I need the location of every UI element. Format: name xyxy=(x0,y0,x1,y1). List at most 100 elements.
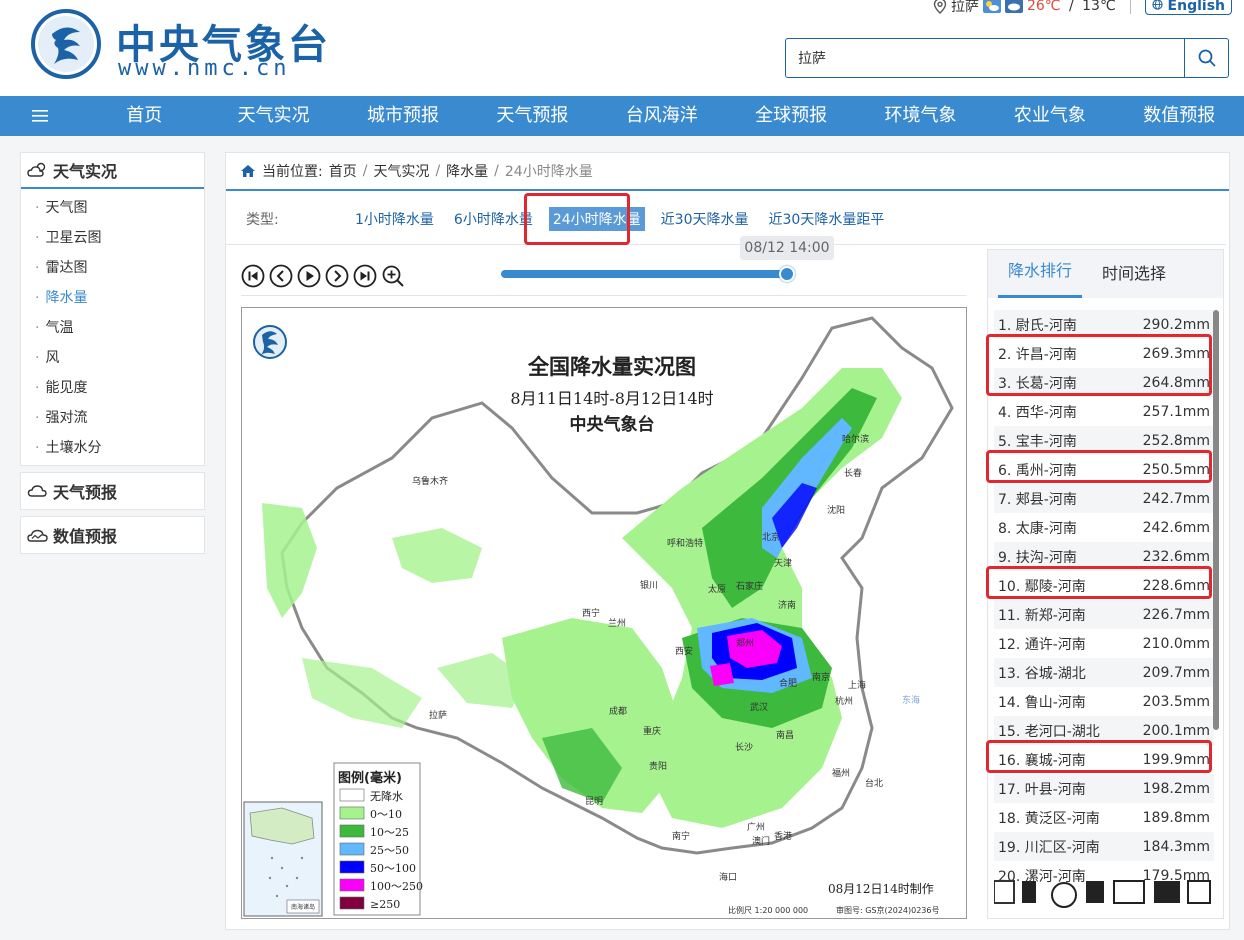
breadcrumb-item-current: 24小时降水量 xyxy=(504,164,593,180)
city-label: 沈阳 xyxy=(827,504,845,516)
ranking-row[interactable]: 12. 通许-河南 210.0mm xyxy=(994,629,1214,658)
city-label: 重庆 xyxy=(643,725,661,737)
sidebar-item-satellite[interactable]: 卫星云图 xyxy=(21,223,204,253)
ranking-row[interactable]: 19. 川汇区-河南 184.3mm xyxy=(994,832,1214,861)
sidebar-item-visibility[interactable]: 能见度 xyxy=(21,373,204,403)
tab-30d[interactable]: 近30天降水量 xyxy=(657,207,753,231)
english-label: English xyxy=(1167,0,1225,14)
nav-item-home[interactable]: 首页 xyxy=(80,96,209,136)
ranking-row[interactable]: 7. 郏县-河南 242.7mm xyxy=(994,484,1214,513)
english-button[interactable]: English xyxy=(1144,0,1232,15)
tab-time-select[interactable]: 时间选择 xyxy=(1092,260,1176,298)
breadcrumb-item-precipitation[interactable]: 降水量 xyxy=(446,161,488,181)
sidebar-header-observation[interactable]: 天气实况 xyxy=(21,153,204,189)
city-label: 哈尔滨 xyxy=(842,433,869,445)
zoom-in-icon[interactable] xyxy=(381,264,405,288)
ranking-value: 252.8mm xyxy=(1142,432,1210,449)
top-weather-bar: 拉萨 26℃ / 13℃ English xyxy=(933,0,1232,16)
city-label: 郑州 xyxy=(736,637,754,649)
nav-item-global-forecast[interactable]: 全球预报 xyxy=(726,96,855,136)
sidebar-section-forecast: 天气预报 xyxy=(20,472,205,510)
time-tooltip: 08/12 14:00 xyxy=(740,236,834,260)
tab-precip-ranking[interactable]: 降水排行 xyxy=(998,257,1083,298)
legend-swatch xyxy=(339,824,365,838)
sidebar-item-convection[interactable]: 强对流 xyxy=(21,403,204,433)
nav-item-numerical[interactable]: 数值预报 xyxy=(1115,96,1244,136)
city-label: 长春 xyxy=(844,467,862,479)
prev-icon[interactable] xyxy=(269,264,293,288)
precipitation-map[interactable]: 东海 全国降水量实况图 8月11日14时-8月12日14时 中央气象台 乌鲁木齐… xyxy=(241,307,967,919)
sidebar-header-numerical[interactable]: 数值预报 xyxy=(21,517,204,553)
sidebar-item-radar[interactable]: 雷达图 xyxy=(21,253,204,283)
nav-item-environment[interactable]: 环境气象 xyxy=(856,96,985,136)
last-icon[interactable] xyxy=(353,264,377,288)
ranking-value: 184.3mm xyxy=(1142,838,1210,855)
ranking-value: 198.2mm xyxy=(1142,780,1210,797)
ranking-row[interactable]: 8. 太康-河南 242.6mm xyxy=(994,513,1214,542)
ranking-row[interactable]: 18. 黄泛区-河南 189.8mm xyxy=(994,803,1214,832)
partly-cloudy-icon xyxy=(982,0,1001,13)
nav-menu-button[interactable] xyxy=(0,96,80,136)
search-button[interactable] xyxy=(1184,39,1228,77)
time-slider-track[interactable] xyxy=(501,270,787,278)
city-label: 南宁 xyxy=(672,830,690,842)
search-input[interactable] xyxy=(786,39,1184,77)
nav-item-agriculture[interactable]: 农业气象 xyxy=(985,96,1114,136)
ranking-station: 18. 黄泛区-河南 xyxy=(998,810,1100,827)
ranking-station: 1. 尉氏-河南 xyxy=(998,317,1077,334)
temp-low: 13℃ xyxy=(1082,0,1116,14)
city-label: 南京 xyxy=(812,671,830,683)
city-label: 武汉 xyxy=(750,701,768,713)
city-label: 银川 xyxy=(640,579,658,591)
nav-item-weather-forecast[interactable]: 天气预报 xyxy=(468,96,597,136)
city-label: 拉萨 xyxy=(429,709,447,721)
site-header: 中央气象台 www.nmc.cn 拉萨 26℃ / 13℃ English xyxy=(0,0,1244,96)
first-icon[interactable] xyxy=(241,264,265,288)
sidebar-header-label: 数值预报 xyxy=(53,527,118,546)
breadcrumb-item-observation[interactable]: 天气实况 xyxy=(373,161,429,181)
ranking-tabs: 降水排行 时间选择 xyxy=(988,250,1223,298)
ranking-station: 11. 新郑-河南 xyxy=(998,607,1086,624)
ranking-value: 232.6mm xyxy=(1142,548,1210,565)
ranking-row[interactable]: 17. 叶县-河南 198.2mm xyxy=(994,774,1214,803)
ranking-station: 17. 叶县-河南 xyxy=(998,781,1086,798)
ranking-row[interactable]: 11. 新郑-河南 226.7mm xyxy=(994,600,1214,629)
tab-1h[interactable]: 1小时降水量 xyxy=(351,207,438,231)
nav-item-observation[interactable]: 天气实况 xyxy=(209,96,338,136)
legend-swatch xyxy=(339,806,365,820)
ranking-scrollbar[interactable] xyxy=(1213,310,1219,730)
tab-30d-anomaly[interactable]: 近30天降水量距平 xyxy=(765,207,889,231)
play-icon[interactable] xyxy=(297,264,321,288)
site-logo[interactable] xyxy=(30,8,102,80)
ranking-row[interactable]: 4. 西华-河南 257.1mm xyxy=(994,397,1214,426)
ranking-value: 226.7mm xyxy=(1142,606,1210,623)
sidebar-item-wind[interactable]: 风 xyxy=(21,343,204,373)
sidebar-section-observation: 天气实况 天气图 卫星云图 雷达图 降水量 气温 风 能见度 强对流 土壤水分 xyxy=(20,152,205,466)
ranking-list: 1. 尉氏-河南 290.2mm 2. 许昌-河南 269.3mm 3. 长葛-河南 26… xyxy=(994,310,1214,890)
ranking-station: 12. 通许-河南 xyxy=(998,636,1086,653)
sidebar-item-weather-map[interactable]: 天气图 xyxy=(21,193,204,223)
sidebar-item-precipitation[interactable]: 降水量 xyxy=(21,283,204,313)
next-icon[interactable] xyxy=(325,264,349,288)
legend-swatch xyxy=(339,860,365,874)
ranking-value: 242.6mm xyxy=(1142,519,1210,536)
sidebar-header-forecast[interactable]: 天气预报 xyxy=(21,473,204,509)
nav-item-typhoon-ocean[interactable]: 台风海洋 xyxy=(597,96,726,136)
city-label: 济南 xyxy=(778,599,796,611)
sidebar-item-soil-moisture[interactable]: 土壤水分 xyxy=(21,433,204,463)
globe-icon xyxy=(1152,0,1163,10)
current-city[interactable]: 拉萨 xyxy=(951,0,979,16)
ranking-row[interactable]: 14. 鲁山-河南 203.5mm xyxy=(994,687,1214,716)
time-slider-handle[interactable] xyxy=(779,266,795,282)
city-label: 乌鲁木齐 xyxy=(412,475,448,487)
main-nav: 首页 天气实况 城市预报 天气预报 台风海洋 全球预报 环境气象 农业气象 数值… xyxy=(0,96,1244,136)
ranking-row[interactable]: 13. 谷城-湖北 209.7mm xyxy=(994,658,1214,687)
breadcrumb-item-home[interactable]: 首页 xyxy=(329,161,357,181)
sidebar: 天气实况 天气图 卫星云图 雷达图 降水量 气温 风 能见度 强对流 土壤水分 … xyxy=(20,152,205,560)
sidebar-item-temperature[interactable]: 气温 xyxy=(21,313,204,343)
nav-item-city-forecast[interactable]: 城市预报 xyxy=(338,96,467,136)
search-box xyxy=(785,38,1229,78)
ranking-highlight-box xyxy=(986,450,1212,483)
map-made-at: 08月12日14时制作 xyxy=(828,882,934,896)
ranking-highlight-box xyxy=(986,334,1212,396)
